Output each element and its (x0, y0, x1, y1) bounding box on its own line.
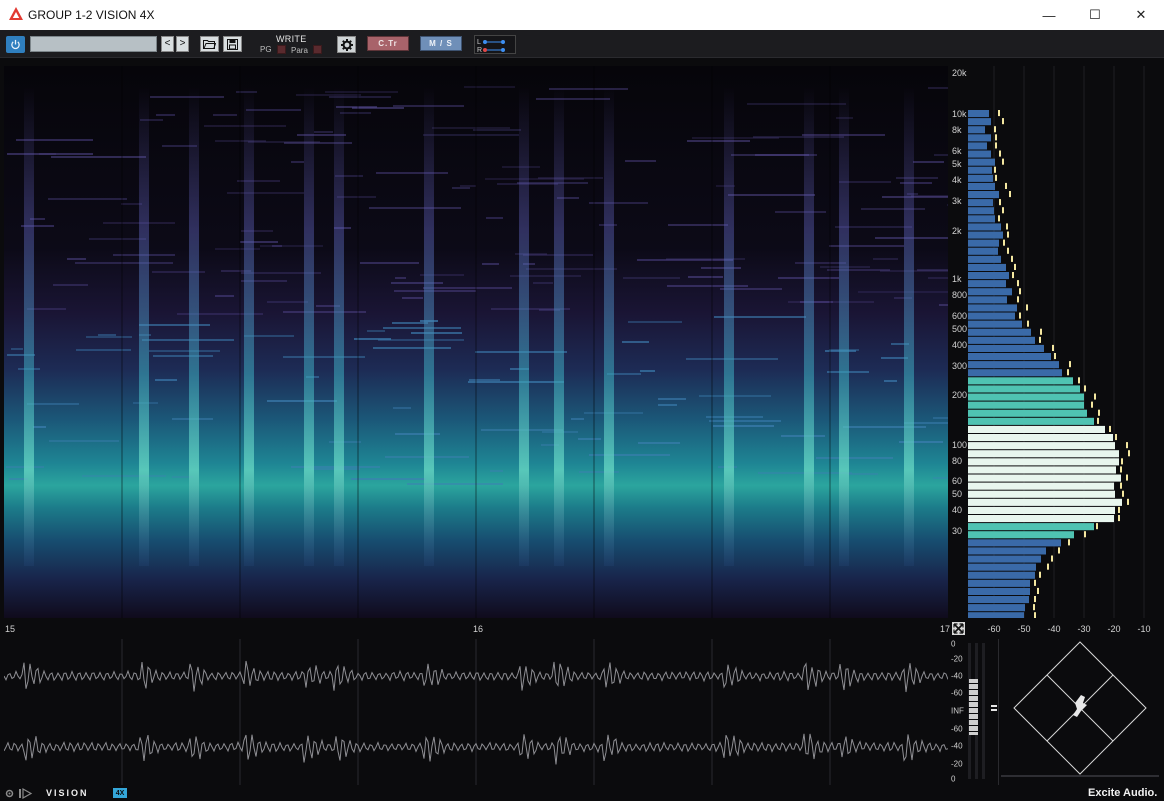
db-label: -20 (1107, 624, 1121, 634)
folder-icon (203, 40, 216, 49)
frequency-label: 600 (952, 311, 968, 321)
frequency-scale: 20k 10k 8k 6k 5k 4k 3k 2k 1k 800 600 500 400 300 200 10… (948, 66, 968, 618)
db-label: -60 (987, 624, 1001, 634)
settings-gear-icon[interactable] (4, 788, 15, 799)
time-label-16: 16 (473, 624, 484, 634)
vision-4x-window: GROUP 1-2 VISION 4X — ☐ ✕ < > WRITE PG P… (0, 0, 1164, 801)
frequency-label: 2k (952, 226, 962, 236)
spectrum-analyzer[interactable] (968, 66, 1160, 618)
power-button[interactable] (6, 36, 25, 53)
level-meter-label: -20 (951, 759, 963, 769)
play-icon[interactable] (19, 788, 33, 799)
frequency-label: 500 (952, 324, 968, 334)
level-meter-label: 0 (951, 639, 956, 649)
waveform-image (4, 639, 948, 785)
preset-name-field[interactable] (30, 36, 157, 52)
level-meter-label: INF (951, 706, 964, 716)
waveform-display[interactable] (4, 639, 948, 785)
write-label: WRITE (276, 34, 307, 44)
power-icon (11, 39, 20, 50)
frequency-label: 800 (952, 290, 968, 300)
pg-label: PG (260, 45, 272, 54)
frequency-label: 1k (952, 274, 962, 284)
time-label-15: 15 (5, 624, 16, 634)
vectorscope-diamond (1001, 641, 1159, 777)
frequency-label: 40 (952, 505, 963, 515)
frequency-label: 6k (952, 146, 962, 156)
maximize-button[interactable]: ☐ (1072, 0, 1118, 30)
frequency-label: 50 (952, 489, 963, 499)
lr-l-label: L (477, 39, 481, 46)
product-logo: VISION (46, 788, 89, 798)
db-label: -30 (1077, 624, 1091, 634)
frequency-label: 5k (952, 159, 962, 169)
close-button[interactable]: ✕ (1118, 0, 1164, 30)
level-meter-label: -40 (951, 741, 963, 751)
vectorscope[interactable] (998, 639, 1160, 785)
frequency-label: 300 (952, 361, 968, 371)
db-label: -40 (1047, 624, 1061, 634)
db-label: -50 (1017, 624, 1031, 634)
spectrum-db-axis: -60 -50 -40 -30 -20 -10 (968, 618, 1160, 638)
frequency-label: 100 (952, 440, 968, 450)
level-meter-label: -60 (951, 688, 963, 698)
prev-preset-button[interactable]: < (161, 36, 174, 52)
frequency-label: 400 (952, 340, 968, 350)
level-meter-label: -60 (951, 724, 963, 734)
pg-write-toggle[interactable] (277, 45, 286, 54)
frequency-label: 4k (952, 175, 962, 185)
frequency-label: 3k (952, 196, 962, 206)
lr-channel-selector[interactable]: L R (474, 35, 516, 54)
frequency-label: 20k (952, 68, 967, 78)
save-preset-button[interactable] (223, 36, 242, 52)
company-logo: Excite Audio. (1088, 787, 1158, 799)
app-logo-icon (9, 7, 23, 20)
minimize-button[interactable]: — (1026, 0, 1072, 30)
frequency-label: 60 (952, 476, 963, 486)
gear-icon (340, 38, 353, 51)
window-title: GROUP 1-2 VISION 4X (28, 8, 155, 22)
spectrum-bars (968, 66, 1145, 618)
channel-trigger-button[interactable]: C.Tr (367, 36, 409, 51)
spectrogram-display[interactable] (4, 66, 948, 618)
frequency-label: 200 (952, 390, 968, 400)
expand-icon[interactable] (952, 622, 965, 635)
toolbar: < > WRITE PG Para C.Tr M / S L R (0, 30, 1164, 58)
db-label: -10 (1137, 624, 1151, 634)
save-icon (227, 38, 238, 50)
level-meter-label: 0 (951, 774, 956, 784)
title-bar: GROUP 1-2 VISION 4X — ☐ ✕ (0, 0, 1164, 30)
level-meter-label: -20 (951, 654, 963, 664)
spectrogram-image (4, 66, 948, 618)
lr-r-label: R (477, 47, 482, 54)
time-axis: 15 16 17 (0, 618, 951, 638)
para-write-toggle[interactable] (313, 45, 322, 54)
lr-routing-icon: L R (477, 39, 505, 54)
mid-side-button[interactable]: M / S (420, 36, 462, 51)
status-bar: VISION 4X Excite Audio. (0, 785, 1164, 801)
frequency-label: 10k (952, 109, 967, 119)
level-meter: 0 -20 -40 -60 INF -60 -40 -20 0 (948, 639, 998, 785)
frequency-label: 30 (952, 526, 963, 536)
settings-button[interactable] (337, 36, 356, 53)
frequency-label: 80 (952, 456, 963, 466)
level-meter-label: -40 (951, 671, 963, 681)
product-version-badge: 4X (113, 788, 127, 798)
para-label: Para (291, 46, 308, 55)
next-preset-button[interactable]: > (176, 36, 189, 52)
open-preset-button[interactable] (200, 36, 219, 52)
frequency-label: 8k (952, 125, 962, 135)
time-label-17: 17 (940, 624, 951, 634)
